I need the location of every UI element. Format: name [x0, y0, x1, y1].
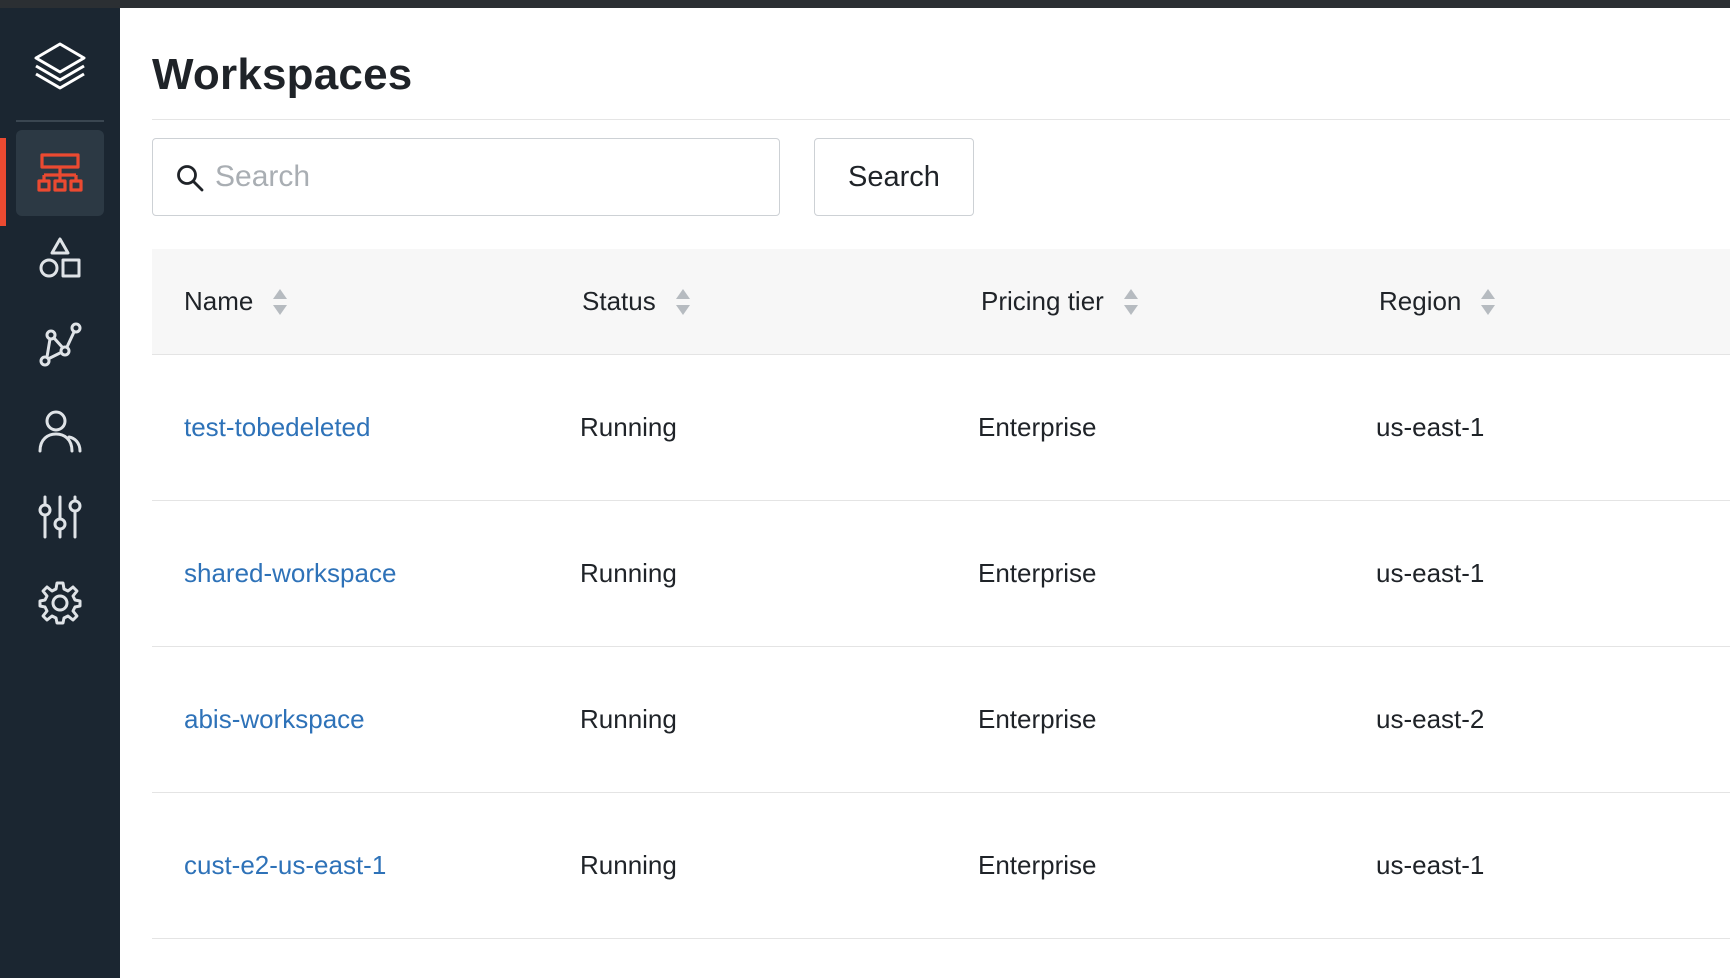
workspaces-hierarchy-icon [37, 153, 83, 192]
sidebar-item-shapes[interactable] [16, 216, 104, 302]
workspace-name-link[interactable]: abis-workspace [184, 647, 365, 792]
sidebar-item-settings[interactable] [16, 560, 104, 646]
column-header-label: Name [184, 286, 254, 316]
status-cell: Running [580, 704, 677, 734]
sort-arrows-icon [273, 288, 288, 315]
column-header-label: Pricing tier [981, 286, 1104, 316]
column-header-status[interactable]: Status [582, 249, 692, 354]
table-row: abis-workspace Running Enterprise us-eas… [152, 647, 1730, 793]
status-cell: Running [580, 558, 677, 588]
sidebar-item-settings-sliders[interactable] [16, 474, 104, 560]
sidebar [0, 8, 120, 978]
workspace-name-link[interactable]: cust-e2-us-east-1 [184, 793, 386, 938]
table-row: test-tobedeleted Running Enterprise us-e… [152, 355, 1730, 501]
pricing-tier-cell: Enterprise [978, 850, 1097, 880]
layers-stack-icon[interactable] [30, 38, 90, 98]
sidebar-item-workspaces[interactable] [16, 130, 104, 216]
status-cell: Running [580, 412, 677, 442]
search-input[interactable] [213, 149, 757, 205]
users-icon [38, 410, 82, 453]
page-title: Workspaces [152, 50, 413, 99]
column-header-label: Status [582, 286, 656, 316]
window-top-bar [0, 0, 1730, 8]
sort-arrows-icon [1481, 288, 1496, 315]
search-box[interactable] [152, 138, 780, 216]
table-row: cust-e2-us-east-1 Running Enterprise us-… [152, 793, 1730, 939]
search-button[interactable]: Search [814, 138, 974, 216]
gear-icon [38, 581, 82, 625]
region-cell: us-east-1 [1376, 558, 1485, 588]
column-header-name[interactable]: Name [184, 249, 289, 354]
pricing-tier-cell: Enterprise [978, 558, 1097, 588]
network-graph-icon [39, 322, 82, 367]
pricing-tier-cell: Enterprise [978, 412, 1097, 442]
region-cell: us-east-2 [1376, 704, 1485, 734]
status-cell: Running [580, 850, 677, 880]
region-cell: us-east-1 [1376, 412, 1485, 442]
active-nav-indicator [0, 138, 6, 226]
column-header-pricing-tier[interactable]: Pricing tier [981, 249, 1140, 354]
sidebar-item-network[interactable] [16, 302, 104, 388]
column-header-region[interactable]: Region [1379, 249, 1497, 354]
search-icon [177, 165, 204, 192]
pricing-tier-cell: Enterprise [978, 704, 1097, 734]
sort-arrows-icon [1123, 288, 1138, 315]
sidebar-item-users[interactable] [16, 388, 104, 474]
workspace-name-link[interactable]: test-tobedeleted [184, 355, 370, 500]
shapes-icon [39, 237, 81, 278]
column-header-label: Region [1379, 286, 1462, 316]
region-cell: us-east-1 [1376, 850, 1485, 880]
title-divider [152, 119, 1730, 120]
main-content: Workspaces Search Name Status Pri [120, 8, 1730, 978]
sliders-icon [38, 495, 82, 539]
table-header: Name Status Pricing tier Region [152, 249, 1730, 355]
sort-arrows-icon [675, 288, 690, 315]
workspace-name-link[interactable]: shared-workspace [184, 501, 396, 646]
sidebar-divider [16, 120, 104, 122]
table-row: shared-workspace Running Enterprise us-e… [152, 501, 1730, 647]
